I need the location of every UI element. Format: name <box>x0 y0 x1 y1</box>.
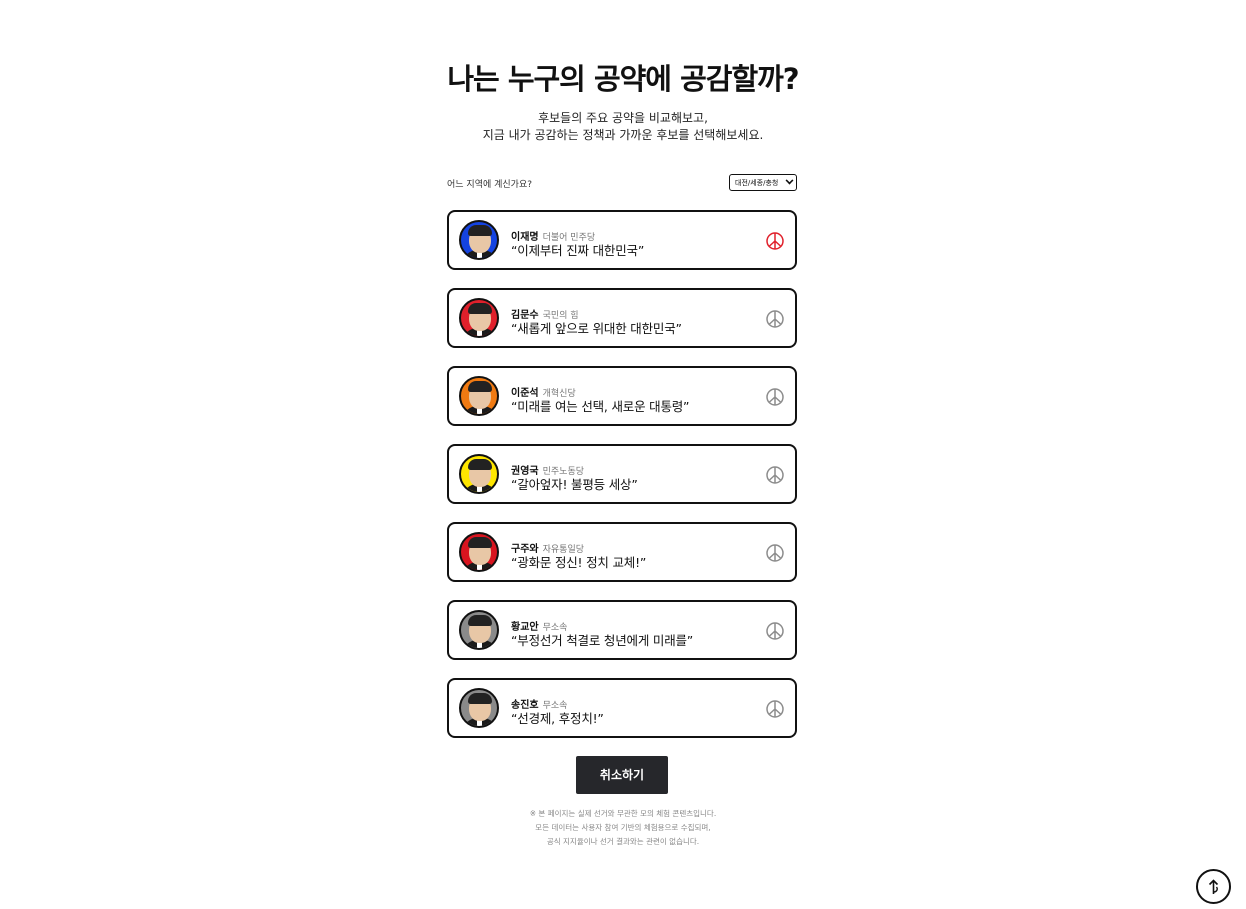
region-select-value: 대전/세종/충청 <box>735 179 779 187</box>
candidate-card[interactable]: 김문수 국민의 힘 “새롭게 앞으로 위대한 대한민국” <box>447 288 797 348</box>
vote-button[interactable] <box>765 465 785 485</box>
vote-button[interactable] <box>765 699 785 719</box>
candidate-slogan: “새롭게 앞으로 위대한 대한민국” <box>511 321 682 336</box>
candidate-avatar <box>459 688 499 728</box>
candidate-avatar <box>459 376 499 416</box>
candidate-avatar <box>459 532 499 572</box>
subtitle-line: 후보들의 주요 공약을 비교해보고, <box>538 111 708 125</box>
candidate-card[interactable]: 권영국 민주노동당 “갈아엎자! 불평등 세상” <box>447 444 797 504</box>
vote-stamp-icon <box>766 232 784 250</box>
vote-stamp-icon <box>766 310 784 328</box>
candidate-avatar <box>459 220 499 260</box>
cancel-button[interactable]: 취소하기 <box>576 756 668 794</box>
avatar-hair <box>468 303 492 314</box>
candidate-card[interactable]: 구주와 자유통일당 “광화문 정신! 정치 교체!” <box>447 522 797 582</box>
vote-button[interactable] <box>765 387 785 407</box>
chevron-down-icon <box>785 176 794 185</box>
avatar-hair <box>468 225 492 236</box>
disclaimer-line: ※ 본 페이지는 실제 선거와 무관한 모의 체험 콘텐츠입니다. <box>529 809 717 818</box>
scroll-top-icon <box>1208 879 1219 894</box>
candidate-card[interactable]: 송진호 무소속 “선경제, 후정치!” <box>447 678 797 738</box>
region-row: 어느 지역에 계신가요? 대전/세종/충청 <box>447 173 797 193</box>
candidate-card[interactable]: 황교안 무소속 “부정선거 척결로 청년에게 미래를” <box>447 600 797 660</box>
vote-stamp-icon <box>766 700 784 718</box>
page-subtitle: 후보들의 주요 공약을 비교해보고, 지금 내가 공감하는 정책과 가까운 후보… <box>0 110 1246 144</box>
candidate-avatar <box>459 298 499 338</box>
avatar-hair <box>468 693 492 704</box>
candidate-avatar <box>459 454 499 494</box>
vote-button[interactable] <box>765 231 785 251</box>
disclaimer-line: 공식 지지율이나 선거 결과와는 관련이 없습니다. <box>546 837 700 846</box>
region-select[interactable]: 대전/세종/충청 <box>729 174 797 191</box>
page-title: 나는 누구의 공약에 공감할까? <box>447 62 799 96</box>
subtitle-line: 지금 내가 공감하는 정책과 가까운 후보를 선택해보세요. <box>482 128 764 142</box>
vote-stamp-icon <box>766 544 784 562</box>
candidate-slogan: “이제부터 진짜 대한민국” <box>511 243 645 258</box>
avatar-hair <box>468 537 492 548</box>
scroll-top-button[interactable] <box>1196 869 1231 904</box>
candidate-card[interactable]: 이재명 더불어 민주당 “이제부터 진짜 대한민국” <box>447 210 797 270</box>
vote-stamp-icon <box>766 388 784 406</box>
candidate-slogan: “광화문 정신! 정치 교체!” <box>511 555 647 570</box>
disclaimer: ※ 본 페이지는 실제 선거와 무관한 모의 체험 콘텐츠입니다. 모든 데이터… <box>0 807 1246 849</box>
vote-stamp-icon <box>766 466 784 484</box>
candidate-slogan: “선경제, 후정치!” <box>511 711 604 726</box>
avatar-hair <box>468 381 492 392</box>
avatar-hair <box>468 459 492 470</box>
candidate-slogan: “부정선거 척결로 청년에게 미래를” <box>511 633 694 648</box>
avatar-hair <box>468 615 492 626</box>
candidate-card[interactable]: 이준석 개혁신당 “미래를 여는 선택, 새로운 대통령” <box>447 366 797 426</box>
vote-button[interactable] <box>765 543 785 563</box>
region-label: 어느 지역에 계신가요? <box>447 180 533 190</box>
disclaimer-line: 모든 데이터는 사용자 참여 기반의 체험용으로 수집되며, <box>535 823 711 832</box>
candidate-avatar <box>459 610 499 650</box>
candidate-slogan: “갈아엎자! 불평등 세상” <box>511 477 638 492</box>
candidate-slogan: “미래를 여는 선택, 새로운 대통령” <box>511 399 690 414</box>
vote-button[interactable] <box>765 309 785 329</box>
vote-button[interactable] <box>765 621 785 641</box>
page: 나는 누구의 공약에 공감할까? 후보들의 주요 공약을 비교해보고, 지금 내… <box>0 0 1246 909</box>
vote-stamp-icon <box>766 622 784 640</box>
